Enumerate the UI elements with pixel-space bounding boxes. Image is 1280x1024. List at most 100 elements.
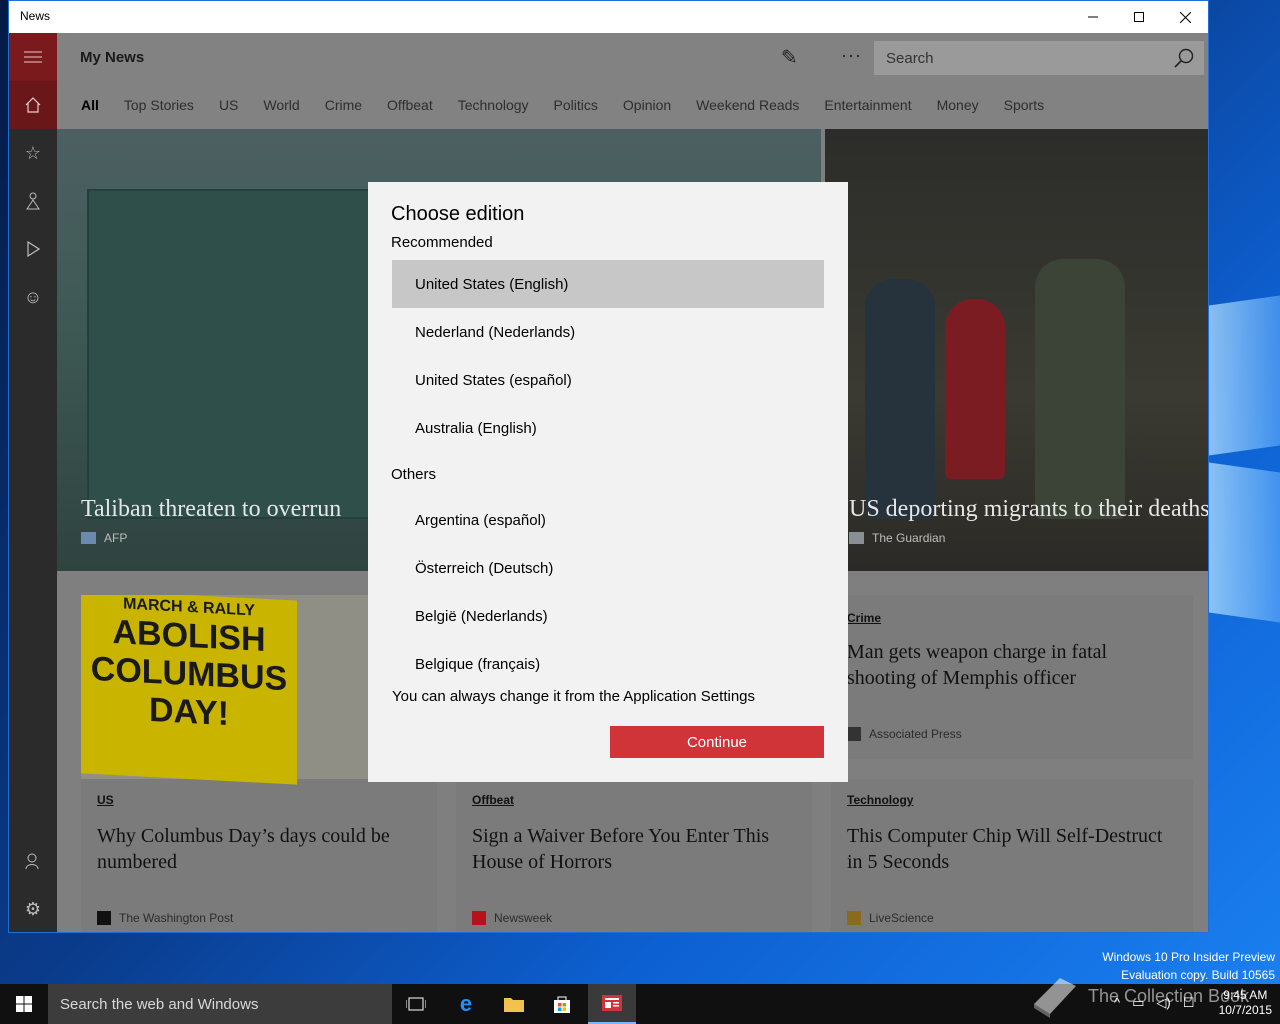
sidebar-item-feedback[interactable]: ☺ [9,273,57,321]
news-app-taskbar-button[interactable] [588,984,636,1024]
tab-weekend-reads[interactable]: Weekend Reads [696,97,799,113]
dialog-title: Choose edition [391,203,525,225]
edition-option[interactable]: Australia (English) [392,404,824,452]
store-button[interactable] [538,984,586,1024]
tab-top-stories[interactable]: Top Stories [124,97,194,113]
minimize-button[interactable] [1070,1,1116,33]
taskbar: Search the web and Windows e ^ ▭ ◁) ☐ 9:… [0,984,1280,1024]
smiley-icon: ☺ [23,286,43,307]
tab-opinion[interactable]: Opinion [623,97,671,113]
task-view-button[interactable] [392,984,440,1024]
local-icon [26,192,40,210]
play-icon [27,241,40,257]
recommended-heading: Recommended [391,234,493,251]
sidebar-item-local[interactable] [9,177,57,225]
file-explorer-button[interactable] [490,984,538,1024]
close-icon [1179,11,1191,23]
card-category[interactable]: Offbeat [472,793,514,807]
volume-icon[interactable]: ◁) [1156,995,1170,1011]
tab-entertainment[interactable]: Entertainment [824,97,911,113]
edge-button[interactable]: e [442,984,490,1024]
newsweek-logo-icon [472,911,486,925]
task-view-icon [406,997,426,1011]
network-icon[interactable]: ▭ [1132,995,1144,1011]
window-title: News [20,9,51,23]
continue-button[interactable]: Continue [610,726,824,758]
search-input[interactable] [874,41,1164,75]
card-category[interactable]: US [97,793,114,807]
system-tray: ^ ▭ ◁) ☐ [1114,995,1194,1011]
taskbar-search-box[interactable]: Search the web and Windows [48,984,392,1024]
hamburger-menu-button[interactable] [9,33,57,81]
maximize-button[interactable] [1116,1,1162,33]
search-button[interactable] [1170,44,1198,72]
card-category[interactable]: Crime [847,611,881,625]
card-source: The Washington Post [97,911,233,925]
edition-option[interactable]: Argentina (español) [392,496,824,544]
tab-politics[interactable]: Politics [554,97,598,113]
maximize-icon [1134,12,1144,22]
app-header: My News ✎ ··· All Top Stories US World C… [57,33,1208,129]
card-source: Associated Press [847,727,962,741]
card-source: LiveScience [847,911,934,925]
hero-image-person [865,279,935,519]
news-card-technology[interactable]: Technology This Computer Chip Will Self-… [831,779,1193,932]
windows-logo-wallpaper [1208,294,1280,630]
edition-option[interactable]: België (Nederlands) [392,592,824,640]
evaluation-watermark: Windows 10 Pro Insider Preview Evaluatio… [1102,948,1275,984]
clock[interactable]: 9:45 AM 10/7/2015 [1219,988,1272,1018]
news-icon [602,995,622,1011]
start-button[interactable] [0,984,48,1024]
edition-option[interactable]: Belgique (français) [392,640,824,688]
star-list-icon: ☆ [24,142,42,163]
close-button[interactable] [1162,1,1208,33]
edition-option[interactable]: Österreich (Deutsch) [392,544,824,592]
tab-sports[interactable]: Sports [1004,97,1044,113]
card-source-name: LiveScience [869,911,934,925]
sidebar-item-home[interactable] [9,81,57,129]
tab-money[interactable]: Money [937,97,979,113]
tab-crime[interactable]: Crime [325,97,362,113]
more-options-button[interactable]: ··· [841,45,862,66]
sidebar-item-settings[interactable]: ⚙ [9,885,57,932]
guardian-logo-icon [849,532,864,544]
notifications-icon[interactable]: ☐ [1183,995,1195,1011]
hero-image-person [1035,259,1125,519]
sidebar-item-account[interactable] [9,837,57,885]
tab-all[interactable]: All [81,97,99,113]
hero-source: The Guardian [849,531,945,545]
sidebar-item-videos[interactable] [9,225,57,273]
tab-us[interactable]: US [219,97,238,113]
washington-post-logo-icon [97,911,111,925]
pencil-icon: ✎ [781,47,798,69]
card-headline: This Computer Chip Will Self-Destruct in… [847,825,1163,873]
hero-source-name: AFP [104,531,128,545]
hero-source-name: The Guardian [872,531,946,545]
navigation-sidebar: ☆ ☺ ⚙ [9,33,57,932]
edition-option[interactable]: Nederland (Nederlands) [392,308,824,356]
edit-button[interactable]: ✎ [781,45,798,70]
edition-option-selected[interactable]: United States (English) [392,260,824,308]
tab-offbeat[interactable]: Offbeat [387,97,433,113]
hero-story-right[interactable]: US deporting migrants to their deaths Th… [825,129,1208,571]
card-source-name: Associated Press [869,727,962,741]
ap-logo-icon [847,727,861,741]
tab-world[interactable]: World [263,97,299,113]
sidebar-item-interests[interactable]: ☆ [9,129,57,177]
card-headline: Sign a Waiver Before You Enter This Hous… [472,825,770,873]
clock-time: 9:45 AM [1223,988,1268,1002]
news-card-crime[interactable]: Crime Man gets weapon charge in fatal sh… [831,595,1193,759]
clock-date: 10/7/2015 [1218,1003,1272,1017]
livescience-logo-icon [847,911,861,925]
card-source: Newsweek [472,911,552,925]
news-card-offbeat[interactable]: Offbeat Sign a Waiver Before You Enter T… [456,779,812,932]
card-category[interactable]: Technology [847,793,913,807]
edition-option[interactable]: United States (español) [392,356,824,404]
card-headline: Man gets weapon charge in fatal shooting… [847,641,1108,689]
afp-logo-icon [81,532,96,544]
choose-edition-dialog: Choose edition Recommended United States… [368,182,848,782]
folder-icon [504,998,524,1012]
chevron-up-icon[interactable]: ^ [1114,995,1120,1011]
tab-technology[interactable]: Technology [458,97,529,113]
windows-start-icon [16,996,32,1012]
